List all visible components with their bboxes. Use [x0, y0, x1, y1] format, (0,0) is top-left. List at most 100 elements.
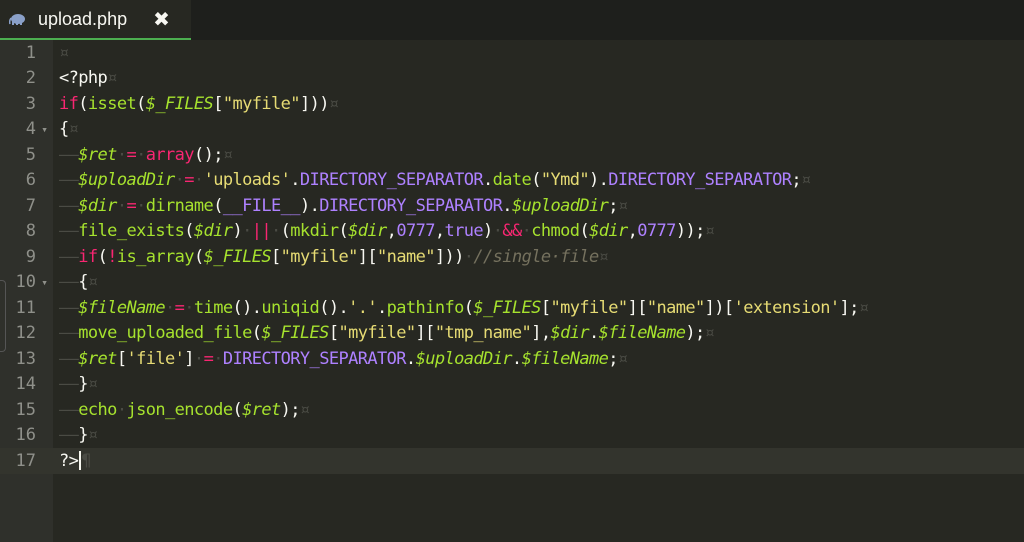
code-token: ·	[165, 297, 175, 318]
code-line[interactable]: 14 ——}¤	[0, 372, 1024, 398]
line-number: 8	[25, 221, 36, 242]
code-token: ——	[59, 374, 79, 395]
code-token: (	[531, 170, 541, 191]
code-token: ·	[271, 221, 281, 242]
code-token: (	[463, 297, 474, 318]
code-line[interactable]: 3 if(isset($_FILES["myfile"]))¤	[0, 91, 1024, 117]
code-token: $dir	[589, 221, 628, 242]
code-token: !	[107, 246, 117, 267]
code-token: ;	[608, 348, 618, 369]
fold-arrow-icon[interactable]: ▾	[36, 123, 53, 136]
code-token: (	[136, 93, 146, 114]
code-line[interactable]: 4 ▾ {¤	[0, 117, 1024, 143]
code-token: __FILE__	[222, 195, 301, 216]
code-token: [	[271, 246, 281, 267]
code-editor[interactable]: 1 ¤ 2 <?php¤ 3 if(isset($_FILES["myfile"]))¤ 4…	[0, 40, 1024, 542]
code-line[interactable]: 1 ¤	[0, 40, 1024, 66]
code-token: ]	[184, 348, 194, 369]
code-token: $ret	[242, 399, 281, 420]
code-token: ||	[251, 221, 272, 242]
code-text: {¤	[53, 119, 79, 139]
code-line[interactable]: 5 ——$ret·=·array();¤	[0, 142, 1024, 168]
code-token: ],	[531, 323, 551, 344]
code-token: ));	[675, 221, 706, 242]
php-elephant-icon	[8, 12, 28, 26]
code-token: DIRECTORY_SEPARATOR	[299, 170, 484, 191]
code-token: chmod	[531, 221, 580, 242]
code-token: if	[59, 93, 79, 114]
code-token: .	[290, 170, 300, 191]
code-token: ——	[59, 399, 79, 420]
code-line[interactable]: 10 ▾ ——{¤	[0, 270, 1024, 296]
code-token: "Ymd"	[540, 170, 590, 191]
code-token: '.'	[348, 297, 378, 318]
code-token: .	[511, 348, 522, 369]
code-token: <?php	[59, 68, 108, 89]
code-token: "name"	[646, 297, 705, 318]
code-token: ]))	[299, 93, 330, 114]
code-token: =	[203, 348, 214, 369]
code-text: ——$ret['file']·=·DIRECTORY_SEPARATOR.$up…	[53, 349, 628, 369]
code-token: true	[444, 221, 484, 242]
code-token: }	[78, 374, 88, 395]
line-number: 9	[25, 246, 36, 267]
code-token: ¤	[87, 272, 98, 293]
code-token: );	[685, 323, 705, 344]
code-token: ——	[59, 170, 79, 191]
code-line[interactable]: 7 ——$dir·=·dirname(__FILE__).DIRECTORY_SE…	[0, 193, 1024, 219]
eol-marker: ¶	[81, 450, 91, 471]
code-token: ¤	[222, 144, 233, 165]
code-token: ¤	[299, 399, 310, 420]
code-token: )	[232, 221, 243, 242]
code-token: ,	[434, 221, 445, 242]
code-line[interactable]: 9 ——if(!is_array($_FILES["myfile"]["name"…	[0, 244, 1024, 270]
code-text: ——$dir·=·dirname(__FILE__).DIRECTORY_SEP…	[53, 196, 628, 216]
code-token: ——	[59, 144, 79, 165]
code-token: ¤	[801, 170, 811, 191]
close-tab-icon[interactable]: ✖	[153, 9, 170, 29]
code-token: (	[97, 246, 108, 267]
code-token: ——	[59, 297, 79, 318]
code-text: if(isset($_FILES["myfile"]))¤	[53, 93, 339, 114]
code-token: ¤	[704, 221, 715, 242]
code-line[interactable]: 8 ——file_exists($dir)·||·(mkdir($dir,0777…	[0, 219, 1024, 245]
code-line[interactable]: 15 ——echo·json_encode($ret);¤	[0, 397, 1024, 423]
code-line[interactable]: 17 ?> ¶	[0, 448, 1024, 474]
code-token: ¤	[328, 93, 339, 114]
code-token: //single·file	[473, 246, 599, 267]
code-token: array	[145, 144, 195, 165]
tab-upload-php[interactable]: upload.php ✖	[0, 0, 191, 40]
code-token: ——	[59, 348, 79, 369]
code-line[interactable]: 11 ——$fileName·=·time().uniqid().'.'.path…	[0, 295, 1024, 321]
code-token: DIRECTORY_SEPARATOR	[319, 195, 503, 216]
code-line[interactable]: 13 ——$ret['file']·=·DIRECTORY_SEPARATOR.$…	[0, 346, 1024, 372]
code-token: $fileName	[78, 297, 165, 318]
fold-arrow-icon[interactable]: ▾	[36, 276, 53, 289]
code-token: ·	[136, 195, 146, 216]
code-token: $dir	[78, 195, 117, 216]
code-token: echo	[78, 399, 117, 420]
code-token: ·	[136, 144, 146, 165]
code-line[interactable]: 6 ——$uploadDir·=·'uploads'.DIRECTORY_SEPA…	[0, 168, 1024, 194]
line-number: 2	[25, 68, 36, 89]
code-token: "name"	[377, 246, 435, 267]
code-token: ——	[59, 221, 79, 242]
line-number: 5	[25, 144, 36, 165]
code-line[interactable]: 2 <?php¤	[0, 66, 1024, 92]
tab-title: upload.php	[38, 8, 128, 29]
code-token: $dir	[550, 323, 590, 344]
code-token: $uploadDir	[415, 348, 513, 369]
code-text: ——$fileName·=·time().uniqid().'.'.pathin…	[53, 297, 869, 318]
code-token: (	[338, 221, 349, 242]
code-token: =	[174, 297, 185, 318]
code-token: $ret	[78, 348, 117, 369]
code-token: (	[579, 221, 590, 242]
code-token: ¤	[617, 195, 628, 216]
code-text: ——echo·json_encode($ret);¤	[53, 400, 310, 420]
code-text: ——if(!is_array($_FILES["myfile"]["name"]…	[53, 246, 609, 267]
code-token: json_encode	[126, 399, 233, 420]
code-token: .	[405, 348, 416, 369]
code-line[interactable]: 12 ——move_uploaded_file($_FILES["myfile"]…	[0, 321, 1024, 347]
code-line[interactable]: 16 ——}¤	[0, 423, 1024, 449]
line-number: 3	[25, 93, 36, 114]
